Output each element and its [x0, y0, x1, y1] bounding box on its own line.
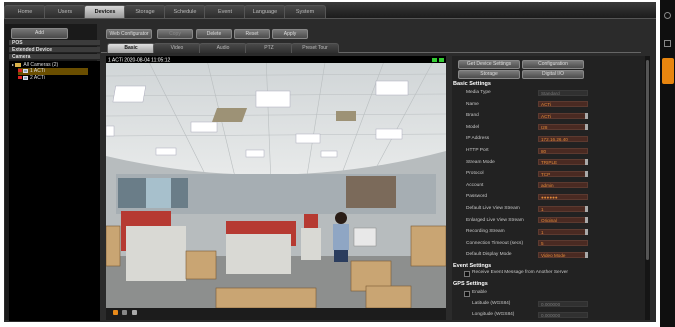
section-extended-device[interactable]: Extended Device — [9, 47, 100, 53]
dropdown-arrow-icon[interactable] — [585, 228, 588, 235]
gps-enable-checkbox[interactable] — [464, 291, 470, 297]
tree-root[interactable]: ▸ All Cameras (2) — [12, 61, 58, 68]
basic-settings-heading: Basic Settings — [453, 81, 491, 87]
dropdown-arrow-icon[interactable] — [585, 124, 588, 131]
field-input[interactable]: TCP — [538, 170, 588, 177]
field-label: Protocol — [466, 171, 484, 177]
field-label: Enlarged Live View Stream — [466, 217, 524, 223]
dock-panel-icon[interactable] — [664, 40, 671, 47]
field-input[interactable]: 5 — [538, 240, 588, 247]
fullscreen-icon[interactable] — [132, 310, 137, 315]
field-label: Connection Timeout (secs) — [466, 240, 524, 246]
field-input[interactable]: 80 — [538, 147, 588, 154]
field-label: Recording Stream — [466, 229, 505, 235]
field-input[interactable]: 1 — [538, 228, 588, 235]
tree-camera-2[interactable]: 2 ACTi — [18, 75, 45, 82]
receive-event-label: Receive Event Message from Another Serve… — [472, 270, 568, 275]
get-device-settings-button[interactable]: Get Device Settings — [458, 60, 520, 69]
record-indicator-icon — [18, 69, 22, 73]
record-icon[interactable] — [122, 310, 127, 315]
right-dock — [660, 0, 675, 327]
gps-longitude-label: Longitude (WGS84) — [472, 312, 515, 317]
gps-enable-label: Enable — [472, 290, 487, 295]
top-nav: Home Users Devices Storage Schedule Even… — [4, 2, 656, 19]
add-button[interactable]: Add — [11, 28, 68, 39]
settings-panel: Get Device Settings Configuration Storag… — [452, 56, 645, 320]
tab-storage[interactable]: Storage — [124, 5, 166, 18]
apply-button[interactable]: Apply — [272, 29, 308, 39]
field-label: HTTP Port — [466, 148, 489, 153]
delete-button[interactable]: Delete — [196, 29, 232, 39]
tab-basic[interactable]: Basic — [107, 43, 155, 53]
field-label: Default Display Mode — [466, 252, 512, 258]
field-input[interactable]: admin — [538, 182, 588, 189]
field-label: Brand — [466, 113, 479, 119]
dock-settings-icon[interactable] — [662, 58, 674, 84]
field-input[interactable]: ACTi — [538, 112, 588, 119]
field-input[interactable]: Original — [538, 217, 588, 224]
field-label: Account — [466, 182, 484, 188]
tab-preset-tour[interactable]: Preset Tour — [291, 43, 339, 53]
copy-button[interactable]: Copy — [157, 29, 193, 39]
video-overlay: 1 ACTi 2020-08-04 11:05:12 — [108, 58, 170, 64]
live-video[interactable]: 1 ACTi 2020-08-04 11:05:12 — [106, 56, 446, 308]
field-input[interactable]: Standard — [538, 89, 588, 96]
field-label: Default Live View Stream — [466, 206, 520, 211]
gps-latitude-label: Latitude (WGS84) — [472, 301, 511, 306]
section-camera[interactable]: Camera — [9, 54, 100, 60]
tab-ptz[interactable]: PTZ — [245, 43, 293, 53]
dropdown-arrow-icon[interactable] — [585, 159, 588, 166]
tab-system[interactable]: System — [284, 5, 326, 18]
web-configurator-button[interactable]: Web Configurator — [106, 29, 152, 39]
storage-button[interactable]: Storage — [458, 70, 520, 79]
record-indicator-icon — [18, 76, 22, 80]
dropdown-arrow-icon[interactable] — [585, 205, 588, 212]
tab-schedule[interactable]: Schedule — [164, 5, 206, 18]
tab-users[interactable]: Users — [44, 5, 86, 18]
reset-button[interactable]: Reset — [234, 29, 270, 39]
field-label: Model — [466, 124, 480, 130]
field-input[interactable]: I28 — [538, 124, 588, 131]
tab-video[interactable]: Video — [153, 43, 201, 53]
tab-audio[interactable]: Audio — [199, 43, 247, 53]
field-input[interactable]: 172.16.26.40 — [538, 135, 588, 142]
section-pos[interactable]: POS — [9, 40, 100, 46]
video-toolbar — [106, 308, 446, 320]
dropdown-arrow-icon[interactable] — [585, 217, 588, 224]
gps-latitude-field[interactable]: 0.000000 — [538, 301, 588, 307]
camera-view-image: 1 ACTi 2020-08-04 11:05:12 — [106, 56, 446, 308]
field-label: IP Address — [466, 136, 490, 142]
camera-icon — [23, 75, 28, 80]
receive-event-checkbox[interactable] — [464, 271, 470, 277]
dropdown-arrow-icon[interactable] — [585, 170, 588, 177]
camera-tree — [9, 61, 100, 321]
field-label: Password — [466, 194, 488, 200]
tab-event[interactable]: Event — [204, 5, 246, 18]
dropdown-arrow-icon[interactable] — [585, 112, 588, 119]
field-label: Media Type — [466, 90, 491, 95]
gps-longitude-field[interactable]: 0.000000 — [538, 312, 588, 318]
field-label: Name — [466, 101, 479, 107]
field-input[interactable]: ●●●●●● — [538, 193, 588, 200]
gps-settings-heading: GPS Settings — [453, 281, 488, 287]
field-input[interactable]: Video Mode — [538, 251, 588, 258]
tree-camera-1[interactable]: 1 ACTi — [18, 68, 88, 75]
folder-icon — [15, 62, 22, 67]
field-input[interactable]: 1 — [538, 205, 588, 212]
field-input[interactable]: ACTi — [538, 101, 588, 108]
snapshot-icon[interactable] — [113, 310, 118, 315]
configuration-button[interactable]: Configuration — [522, 60, 584, 69]
tab-devices[interactable]: Devices — [84, 5, 126, 18]
dropdown-arrow-icon[interactable] — [585, 251, 588, 258]
settings-scrollbar[interactable] — [645, 56, 650, 320]
digital-io-button[interactable]: Digital I/O — [522, 70, 584, 79]
field-label: Stream Mode — [466, 159, 495, 165]
camera-icon — [23, 68, 28, 73]
dock-view-icon[interactable] — [664, 12, 671, 19]
scrollbar-thumb[interactable] — [646, 60, 649, 260]
field-input[interactable]: TRIPLE — [538, 159, 588, 166]
tab-language[interactable]: Language — [244, 5, 286, 18]
tab-home[interactable]: Home — [4, 5, 46, 18]
expand-icon[interactable]: ▸ — [12, 62, 14, 67]
